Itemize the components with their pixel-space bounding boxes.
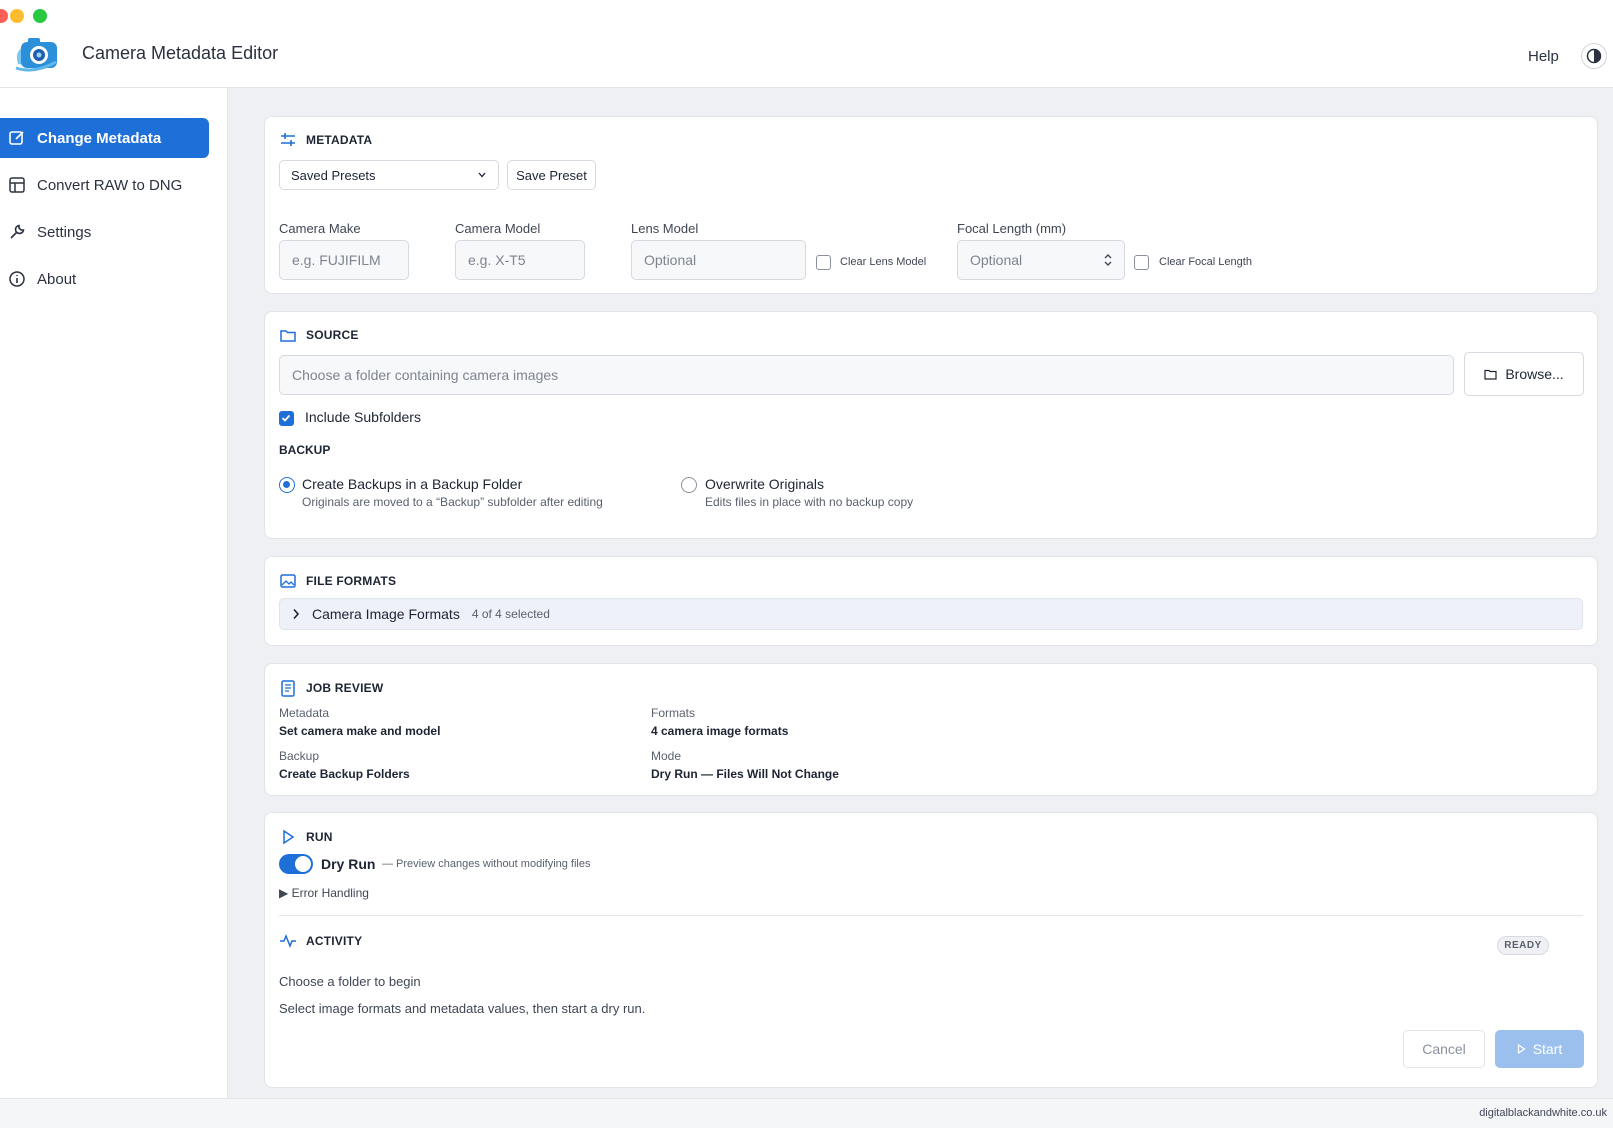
review-mode-value: Dry Run — Files Will Not Change xyxy=(651,767,839,781)
theme-toggle-button[interactable] xyxy=(1581,43,1607,69)
start-button[interactable]: Start xyxy=(1495,1030,1584,1068)
backup-heading: BACKUP xyxy=(279,443,331,457)
lens-model-label: Lens Model xyxy=(631,221,699,236)
lens-model-input[interactable] xyxy=(631,240,806,280)
dry-run-toggle[interactable] xyxy=(279,854,313,874)
sidebar-item-about[interactable]: About xyxy=(0,259,209,299)
source-card: SOURCE Browse... Include Subfolders BACK… xyxy=(264,311,1598,539)
clear-focal-length-checkbox[interactable] xyxy=(1134,255,1149,270)
run-card: RUN Dry Run — Preview changes without mo… xyxy=(264,812,1598,1088)
overwrite-originals-title: Overwrite Originals xyxy=(705,476,825,492)
metadata-card: METADATA Saved Presets Save Preset Camer… xyxy=(264,116,1598,294)
clear-lens-model-label: Clear Lens Model xyxy=(840,256,927,268)
folder-icon xyxy=(1484,369,1497,380)
browse-button[interactable]: Browse... xyxy=(1464,352,1584,396)
status-badge: READY xyxy=(1497,936,1549,955)
source-heading: SOURCE xyxy=(279,326,359,344)
sliders-icon xyxy=(281,133,295,146)
camera-model-label: Camera Model xyxy=(455,221,541,236)
backup-folder-desc: Originals are moved to a “Backup” subfol… xyxy=(302,495,603,509)
review-formats-label: Formats xyxy=(651,706,696,720)
wrench-icon xyxy=(10,224,25,239)
file-formats-heading: FILE FORMATS xyxy=(279,572,396,590)
dry-run-desc: — Preview changes without modifying file… xyxy=(382,858,591,870)
help-link[interactable]: Help xyxy=(1528,48,1559,65)
review-backup-value: Create Backup Folders xyxy=(279,767,410,781)
run-heading: RUN xyxy=(279,828,333,846)
play-icon xyxy=(283,829,295,845)
camera-make-label: Camera Make xyxy=(279,221,361,236)
sidebar-item-label: Convert RAW to DNG xyxy=(37,176,183,194)
clear-lens-model-checkbox[interactable] xyxy=(816,255,831,270)
sidebar: Change Metadata Convert RAW to DNG Setti… xyxy=(0,88,228,1098)
job-review-heading: JOB REVIEW xyxy=(279,679,383,697)
image-icon xyxy=(280,574,296,588)
sidebar-item-settings[interactable]: Settings xyxy=(0,212,209,252)
activity-heading: ACTIVITY xyxy=(279,932,362,950)
clear-focal-length-label: Clear Focal Length xyxy=(1159,256,1252,268)
activity-icon xyxy=(280,933,296,949)
sidebar-item-convert-raw[interactable]: Convert RAW to DNG xyxy=(0,165,209,205)
main-content: METADATA Saved Presets Save Preset Camer… xyxy=(228,88,1613,1098)
chevron-down-icon xyxy=(478,172,486,178)
camera-model-input[interactable] xyxy=(455,240,585,280)
camera-make-input[interactable] xyxy=(279,240,409,280)
checkmark-icon xyxy=(281,414,291,422)
camera-logo-icon xyxy=(15,38,57,72)
file-formats-card: FILE FORMATS Camera Image Formats 4 of 4… xyxy=(264,556,1598,646)
chevron-right-icon xyxy=(293,608,300,620)
divider xyxy=(279,915,1583,916)
folder-icon xyxy=(280,330,296,342)
window-zoom-button[interactable] xyxy=(33,9,47,23)
play-icon xyxy=(1517,1044,1526,1054)
footer: digitalblackandwhite.co.uk xyxy=(0,1098,1613,1128)
edit-icon xyxy=(9,131,24,145)
window-minimize-button[interactable] xyxy=(10,9,24,23)
overwrite-originals-desc: Edits files in place with no backup copy xyxy=(705,495,914,509)
info-icon xyxy=(9,271,25,287)
review-metadata-label: Metadata xyxy=(279,706,330,720)
app-title: Camera Metadata Editor xyxy=(82,43,279,63)
include-subfolders-label: Include Subfolders xyxy=(305,409,421,425)
stepper-icon[interactable] xyxy=(1103,252,1113,268)
source-folder-input[interactable] xyxy=(279,355,1454,395)
clipboard-icon xyxy=(281,680,295,697)
review-mode-label: Mode xyxy=(651,749,682,763)
overwrite-originals-radio[interactable] xyxy=(681,477,697,493)
activity-message-body: Select image formats and metadata values… xyxy=(279,1001,646,1016)
focal-length-label: Focal Length (mm) xyxy=(957,221,1067,236)
footer-link[interactable]: digitalblackandwhite.co.uk xyxy=(1479,1107,1607,1119)
include-subfolders-checkbox[interactable] xyxy=(279,411,294,426)
sidebar-item-label: Settings xyxy=(37,223,92,241)
review-metadata-value: Set camera make and model xyxy=(279,724,441,738)
activity-message-title: Choose a folder to begin xyxy=(279,974,421,989)
sidebar-item-label: About xyxy=(37,270,77,288)
window-close-button[interactable] xyxy=(0,9,8,23)
cancel-button[interactable]: Cancel xyxy=(1403,1030,1485,1068)
contrast-icon xyxy=(1586,48,1602,64)
error-handling-toggle[interactable]: ▶ Error Handling xyxy=(279,886,369,900)
title-bar: Camera Metadata Editor Help xyxy=(0,0,1613,88)
table-icon xyxy=(9,177,25,193)
sidebar-item-label: Change Metadata xyxy=(37,129,162,147)
save-preset-button[interactable]: Save Preset xyxy=(507,160,596,190)
accordion-title: Camera Image Formats xyxy=(312,606,460,622)
focal-length-input[interactable] xyxy=(957,240,1125,280)
job-review-card: JOB REVIEW Metadata Set camera make and … xyxy=(264,663,1598,796)
camera-image-formats-accordion[interactable]: Camera Image Formats 4 of 4 selected xyxy=(279,598,1583,630)
saved-presets-select[interactable]: Saved Presets xyxy=(279,160,499,190)
backup-folder-radio[interactable] xyxy=(279,477,295,493)
backup-folder-title: Create Backups in a Backup Folder xyxy=(302,476,523,492)
review-formats-value: 4 camera image formats xyxy=(651,724,789,738)
accordion-count: 4 of 4 selected xyxy=(471,607,550,621)
review-backup-label: Backup xyxy=(279,749,320,763)
metadata-heading: METADATA xyxy=(279,131,372,149)
sidebar-item-change-metadata[interactable]: Change Metadata xyxy=(0,118,209,158)
dry-run-label: Dry Run xyxy=(321,856,376,872)
